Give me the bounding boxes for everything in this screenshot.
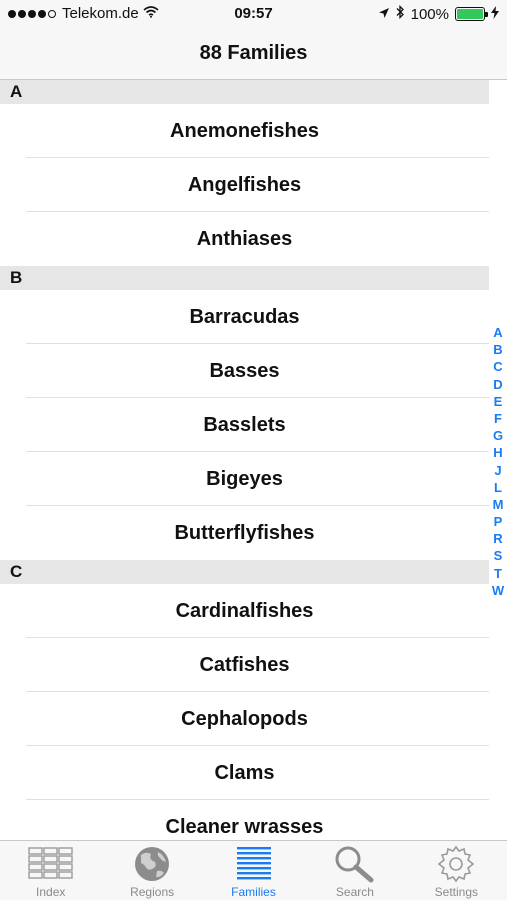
list-item[interactable]: Basses (0, 344, 489, 398)
charging-bolt-icon (491, 5, 499, 23)
section-header-c: C (0, 560, 489, 584)
tab-settings[interactable]: Settings (406, 841, 507, 900)
index-letter-g[interactable]: G (493, 427, 503, 444)
tab-label: Families (231, 885, 276, 899)
list-item[interactable]: Butterflyfishes (0, 506, 489, 560)
list-item[interactable]: Catfishes (0, 638, 489, 692)
tab-label: Search (335, 885, 374, 899)
list-item[interactable]: Barracudas (0, 290, 489, 344)
list-item[interactable]: Cleaner wrasses (0, 800, 489, 840)
battery-percent: 100% (410, 5, 449, 23)
gear-icon (432, 845, 480, 883)
index-letter-h[interactable]: H (493, 444, 502, 461)
index-letter-f[interactable]: F (494, 410, 502, 427)
page-title: 88 Families (199, 42, 308, 64)
tab-index[interactable]: Index (0, 841, 101, 900)
index-letter-s[interactable]: S (494, 547, 503, 564)
families-list[interactable]: A Anemonefishes Angelfishes Anthiases B … (0, 80, 489, 840)
list-item[interactable]: Anthiases (0, 212, 489, 266)
tab-search[interactable]: Search (304, 841, 405, 900)
list-item[interactable]: Basslets (0, 398, 489, 452)
index-letter-j[interactable]: J (494, 462, 501, 479)
index-letter-d[interactable]: D (493, 376, 502, 393)
index-letter-e[interactable]: E (494, 393, 503, 410)
section-header-b: B (0, 266, 489, 290)
grid-icon (27, 845, 75, 883)
list-item[interactable]: Cardinalfishes (0, 584, 489, 638)
tab-families[interactable]: Families (203, 841, 304, 900)
index-letter-c[interactable]: C (493, 358, 502, 375)
tab-regions[interactable]: Regions (101, 841, 202, 900)
tab-label: Index (36, 885, 66, 899)
index-letter-t[interactable]: T (494, 565, 502, 582)
list-item[interactable]: Angelfishes (0, 158, 489, 212)
list-item[interactable]: Clams (0, 746, 489, 800)
index-letter-l[interactable]: L (494, 479, 502, 496)
section-header-a: A (0, 80, 489, 104)
index-letter-a[interactable]: A (493, 324, 502, 341)
tab-label: Settings (434, 885, 478, 899)
tab-bar: Index Regions Families Search Settings (0, 840, 507, 900)
navigation-bar: 88 Families (0, 28, 507, 80)
battery-icon (455, 7, 488, 21)
list-item[interactable]: Anemonefishes (0, 104, 489, 158)
status-bar: Telekom.de 09:57 100% (0, 0, 507, 28)
location-arrow-icon (378, 6, 390, 23)
index-letter-b[interactable]: B (493, 341, 502, 358)
bluetooth-icon (396, 4, 405, 23)
index-letter-r[interactable]: R (493, 530, 502, 547)
screen: Telekom.de 09:57 100% 88 Families A Anem… (0, 0, 507, 900)
magnifier-icon (331, 845, 379, 883)
globe-icon (128, 845, 176, 883)
list-item[interactable]: Cephalopods (0, 692, 489, 746)
tab-label: Regions (130, 885, 175, 899)
status-right: 100% (378, 4, 499, 23)
list-item[interactable]: Bigeyes (0, 452, 489, 506)
index-letter-m[interactable]: M (493, 496, 504, 513)
section-index[interactable]: A B C D E F G H J L M P R S T W (489, 324, 507, 599)
index-letter-p[interactable]: P (494, 513, 503, 530)
list-icon (230, 845, 278, 883)
index-letter-w[interactable]: W (492, 582, 504, 599)
